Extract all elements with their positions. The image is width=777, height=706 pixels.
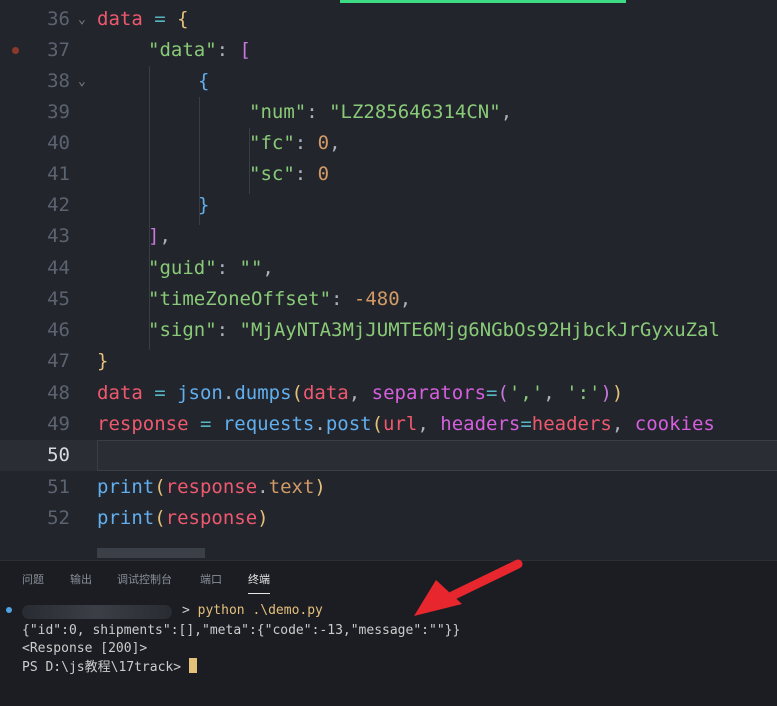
line-number: 47 (47, 350, 70, 372)
bottom-panel: 问题 输出 调试控制台 端口 终端 > python .\demo.py {"i… (0, 560, 777, 706)
code-line[interactable]: 40 "fc": 0, (0, 128, 777, 159)
code-text: "sign": "MjAyNTA3MjJUMTE6Mjg6NGbOs92Hjbc… (148, 319, 720, 341)
code-text: print(response) (97, 507, 269, 529)
redacted-prompt (22, 605, 172, 619)
line-number: 50 (47, 444, 70, 466)
code-text: data = json.dumps(data, separators=(',',… (97, 382, 624, 404)
line-number: 52 (47, 507, 70, 529)
line-number: 51 (47, 476, 70, 498)
tab-problems[interactable]: 问题 (22, 571, 44, 587)
line-number: 37 (47, 39, 70, 61)
find-highlight-bar (340, 0, 626, 3)
code-editor[interactable]: 36 ⌄ data = { 37 "data": [ 38 ⌄ { 39 "nu… (0, 0, 777, 560)
current-line-highlight (97, 440, 777, 471)
panel-tab-bar: 问题 输出 调试控制台 端口 终端 (0, 561, 777, 597)
line-number: 48 (47, 382, 70, 404)
line-number: 46 (47, 319, 70, 341)
tab-output[interactable]: 输出 (70, 571, 92, 587)
code-text: "data": [ (148, 39, 251, 61)
code-line[interactable]: 48 data = json.dumps(data, separators=('… (0, 378, 777, 409)
tab-debug-console[interactable]: 调试控制台 (117, 571, 172, 587)
line-number: 45 (47, 288, 70, 310)
chevron-down-icon[interactable]: ⌄ (78, 66, 86, 97)
line-number: 38 (47, 70, 70, 92)
horizontal-scrollbar-thumb[interactable] (97, 548, 205, 558)
tab-ports[interactable]: 端口 (200, 571, 222, 587)
code-line[interactable]: 52 print(response) (0, 503, 777, 534)
code-line[interactable]: 49 response = requests.post(url, headers… (0, 409, 777, 440)
line-number: 40 (47, 132, 70, 154)
code-line[interactable]: 41 "sc": 0 (0, 159, 777, 190)
code-line[interactable]: 47 } (0, 346, 777, 377)
line-number: 39 (47, 101, 70, 123)
code-line[interactable]: 51 print(response.text) (0, 472, 777, 503)
tab-terminal[interactable]: 终端 (248, 571, 270, 594)
line-number: 44 (47, 257, 70, 279)
code-text: "timeZoneOffset": -480, (148, 288, 412, 310)
code-line-current[interactable]: 50 (0, 440, 777, 471)
code-line[interactable]: 43 ], (0, 221, 777, 252)
code-line[interactable]: 38 ⌄ { (0, 66, 777, 97)
code-text: { (198, 70, 210, 92)
code-line[interactable]: 36 ⌄ data = { (0, 4, 777, 35)
terminal-command: > python .\demo.py (182, 603, 323, 618)
chevron-down-icon[interactable]: ⌄ (78, 4, 86, 35)
line-number: 43 (47, 225, 70, 247)
terminal-cursor (188, 658, 197, 673)
terminal-line: {"id":0, shipments":[],"meta":{"code":-1… (22, 623, 461, 638)
code-line[interactable]: 44 "guid": "", (0, 253, 777, 284)
code-text: print(response.text) (97, 476, 326, 498)
code-text: } (198, 194, 210, 216)
code-text: data = { (97, 8, 189, 30)
red-arrow-annotation (414, 559, 523, 616)
code-text: "sc": 0 (249, 163, 330, 185)
code-line[interactable]: 42 } (0, 190, 777, 221)
terminal-line: > python .\demo.py (0, 601, 777, 621)
line-number: 36 (47, 8, 70, 30)
line-number: 42 (47, 194, 70, 216)
line-number: 41 (47, 163, 70, 185)
terminal-prompt[interactable]: PS D:\js教程\17track> (22, 658, 197, 677)
code-text: } (97, 350, 109, 372)
code-line[interactable]: 46 "sign": "MjAyNTA3MjJUMTE6Mjg6NGbOs92H… (0, 315, 777, 346)
terminal-line: <Response [200]> (22, 641, 148, 656)
code-line[interactable]: 37 "data": [ (0, 35, 777, 66)
code-text: "fc": 0, (249, 132, 341, 154)
code-line[interactable]: 45 "timeZoneOffset": -480, (0, 284, 777, 315)
code-text: "num": "LZ285646314CN", (249, 101, 513, 123)
breakpoint-dot-icon[interactable] (12, 47, 19, 54)
code-text: ], (148, 225, 171, 247)
code-line[interactable]: 39 "num": "LZ285646314CN", (0, 97, 777, 128)
code-text: "guid": "", (148, 257, 274, 279)
command-status-dot-icon[interactable] (6, 607, 12, 613)
line-number: 49 (47, 413, 70, 435)
code-text: response = requests.post(url, headers=he… (97, 413, 715, 435)
